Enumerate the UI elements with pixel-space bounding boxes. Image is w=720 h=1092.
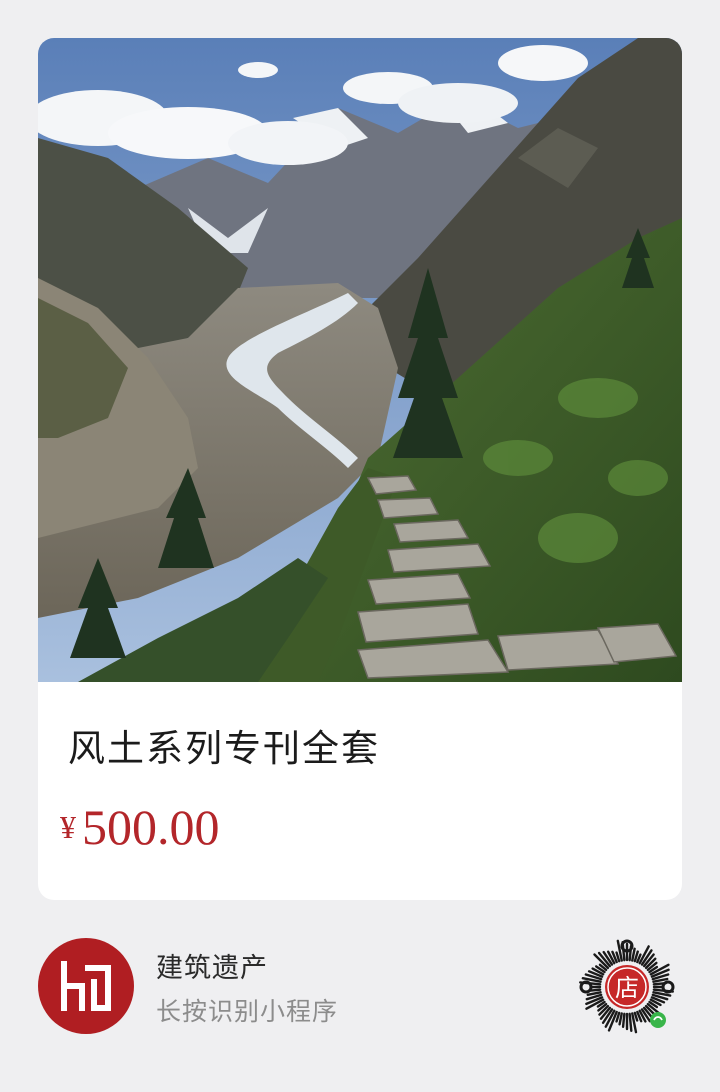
store-name: 建筑遗产 xyxy=(156,953,268,984)
price-amount: 500.00 xyxy=(82,799,220,855)
product-image[interactable] xyxy=(38,38,682,682)
product-card[interactable]: 风土系列专刊全套 ¥500.00 xyxy=(38,38,682,900)
mini-program-code-icon[interactable]: 店 xyxy=(572,932,682,1042)
store-footer: 建筑遗产 长按识别小程序 店 xyxy=(0,900,720,1092)
mini-program-badge-icon xyxy=(650,1012,666,1028)
qr-center-text: 店 xyxy=(615,974,639,1002)
store-logo-icon[interactable] xyxy=(38,938,134,1034)
currency-symbol: ¥ xyxy=(60,809,76,845)
product-title: 风土系列专刊全套 xyxy=(68,727,380,770)
product-price: ¥500.00 xyxy=(60,798,220,856)
long-press-hint: 长按识别小程序 xyxy=(156,997,339,1026)
